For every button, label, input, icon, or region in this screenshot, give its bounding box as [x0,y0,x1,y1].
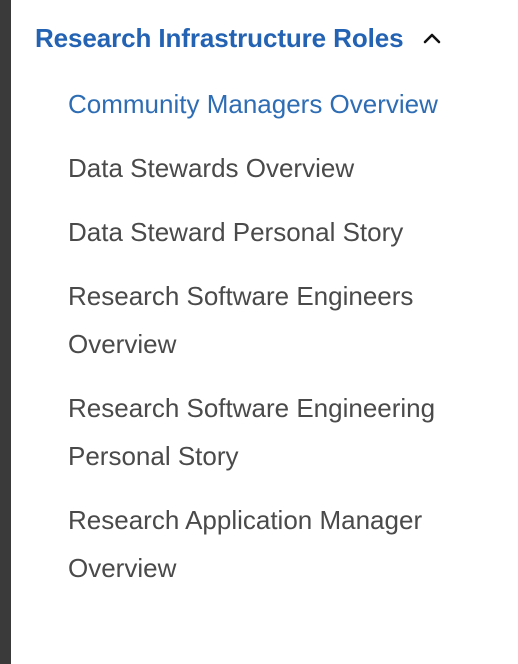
section-item-list: Community Managers Overview Data Steward… [68,80,498,608]
window-edge [0,0,11,664]
nav-item-community-managers-overview[interactable]: Community Managers Overview [68,80,498,128]
nav-item-research-software-engineers-overview[interactable]: Research Software Engineers Overview [68,272,498,368]
nav-item-data-stewards-overview[interactable]: Data Stewards Overview [68,144,498,192]
section-header-toggle[interactable]: Research Infrastructure Roles [35,18,510,58]
section-title: Research Infrastructure Roles [35,22,404,53]
sidebar-frame: Research Infrastructure Roles Community … [0,0,518,664]
nav-item-research-software-engineering-personal-story[interactable]: Research Software Engineering Personal S… [68,384,498,480]
chevron-up-icon[interactable] [421,27,443,49]
nav-item-research-application-manager-overview[interactable]: Research Application Manager Overview [68,496,498,592]
sidebar-nav-panel: Research Infrastructure Roles Community … [11,0,518,664]
nav-item-data-steward-personal-story[interactable]: Data Steward Personal Story [68,208,498,256]
